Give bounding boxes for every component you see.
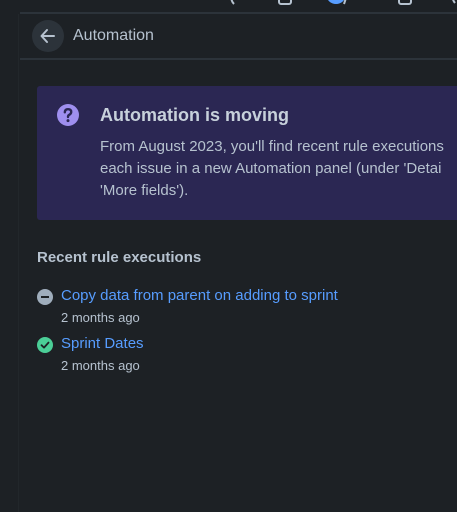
banner-line: 'More fields').: [100, 182, 189, 199]
question-circle-icon: [57, 104, 79, 126]
banner-title: Automation is moving: [100, 105, 289, 125]
toolbar-icon-3[interactable]: [326, 0, 348, 8]
banner-line: each issue in a new Automation panel (un…: [100, 160, 442, 177]
rule-link[interactable]: Copy data from parent on adding to sprin…: [61, 287, 338, 304]
arrow-left-icon: [40, 29, 55, 43]
toolbar-icon-5[interactable]: [446, 0, 457, 8]
recent-executions-heading: Recent rule executions: [37, 249, 202, 266]
toolbar-icon-4[interactable]: [396, 0, 414, 8]
toolbar-icon-1[interactable]: [228, 0, 240, 6]
panel-header: Automation: [20, 14, 457, 60]
automation-panel: Automation Automation is moving From Aug…: [0, 0, 457, 512]
check-circle-icon: [37, 337, 53, 353]
minus-circle-icon: [37, 289, 53, 305]
back-button[interactable]: [32, 20, 64, 52]
page-title: Automation: [73, 27, 154, 44]
banner-message: From August 2023, you'll find recent rul…: [100, 136, 457, 202]
execution-time: 2 months ago: [61, 310, 140, 325]
panel-left-border: [18, 14, 19, 512]
toolbar-strip: [0, 0, 457, 14]
execution-time: 2 months ago: [61, 358, 140, 373]
toolbar-icon-2[interactable]: [278, 0, 292, 8]
rule-link[interactable]: Sprint Dates: [61, 335, 144, 352]
automation-moving-banner: Automation is moving From August 2023, y…: [37, 86, 457, 220]
banner-line: From August 2023, you'll find recent rul…: [100, 138, 444, 155]
